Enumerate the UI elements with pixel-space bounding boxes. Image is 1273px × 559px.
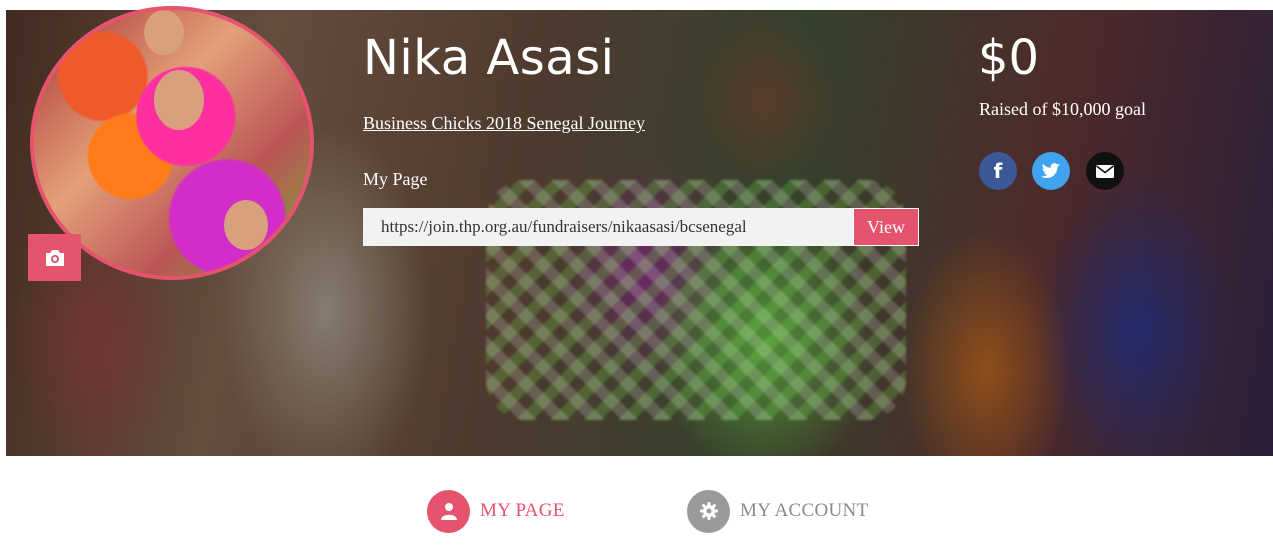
user-icon	[440, 503, 457, 520]
campaign-link[interactable]: Business Chicks 2018 Senegal Journey	[363, 113, 645, 134]
avatar-face	[224, 200, 268, 250]
avatar-face	[144, 10, 184, 55]
facebook-share-button[interactable]: f	[979, 152, 1017, 190]
gear-icon	[699, 502, 718, 520]
tab-my-page-label: MY PAGE	[480, 500, 565, 521]
twitter-share-button[interactable]	[1032, 152, 1070, 190]
view-page-button[interactable]: View	[853, 208, 919, 246]
tab-my-account-badge	[687, 489, 730, 533]
raised-goal-text: Raised of $10,000 goal	[979, 99, 1146, 119]
camera-icon	[45, 249, 64, 266]
page-url-field[interactable]	[363, 208, 853, 246]
facebook-icon: f	[993, 159, 1003, 183]
avatar-face	[154, 70, 204, 130]
change-photo-button[interactable]	[28, 234, 81, 281]
fundraiser-name: Nika Asasi	[363, 30, 615, 86]
envelope-icon	[1096, 164, 1114, 178]
tab-my-account-label: MY ACCOUNT	[740, 500, 869, 521]
raised-amount: $0	[978, 30, 1040, 86]
tab-my-account[interactable]: MY ACCOUNT	[687, 489, 868, 533]
twitter-icon	[1041, 162, 1061, 178]
my-page-label: My Page	[363, 169, 428, 189]
email-share-button[interactable]	[1086, 152, 1124, 190]
tab-my-page-badge	[427, 489, 470, 533]
tab-my-page[interactable]: MY PAGE	[427, 489, 565, 533]
